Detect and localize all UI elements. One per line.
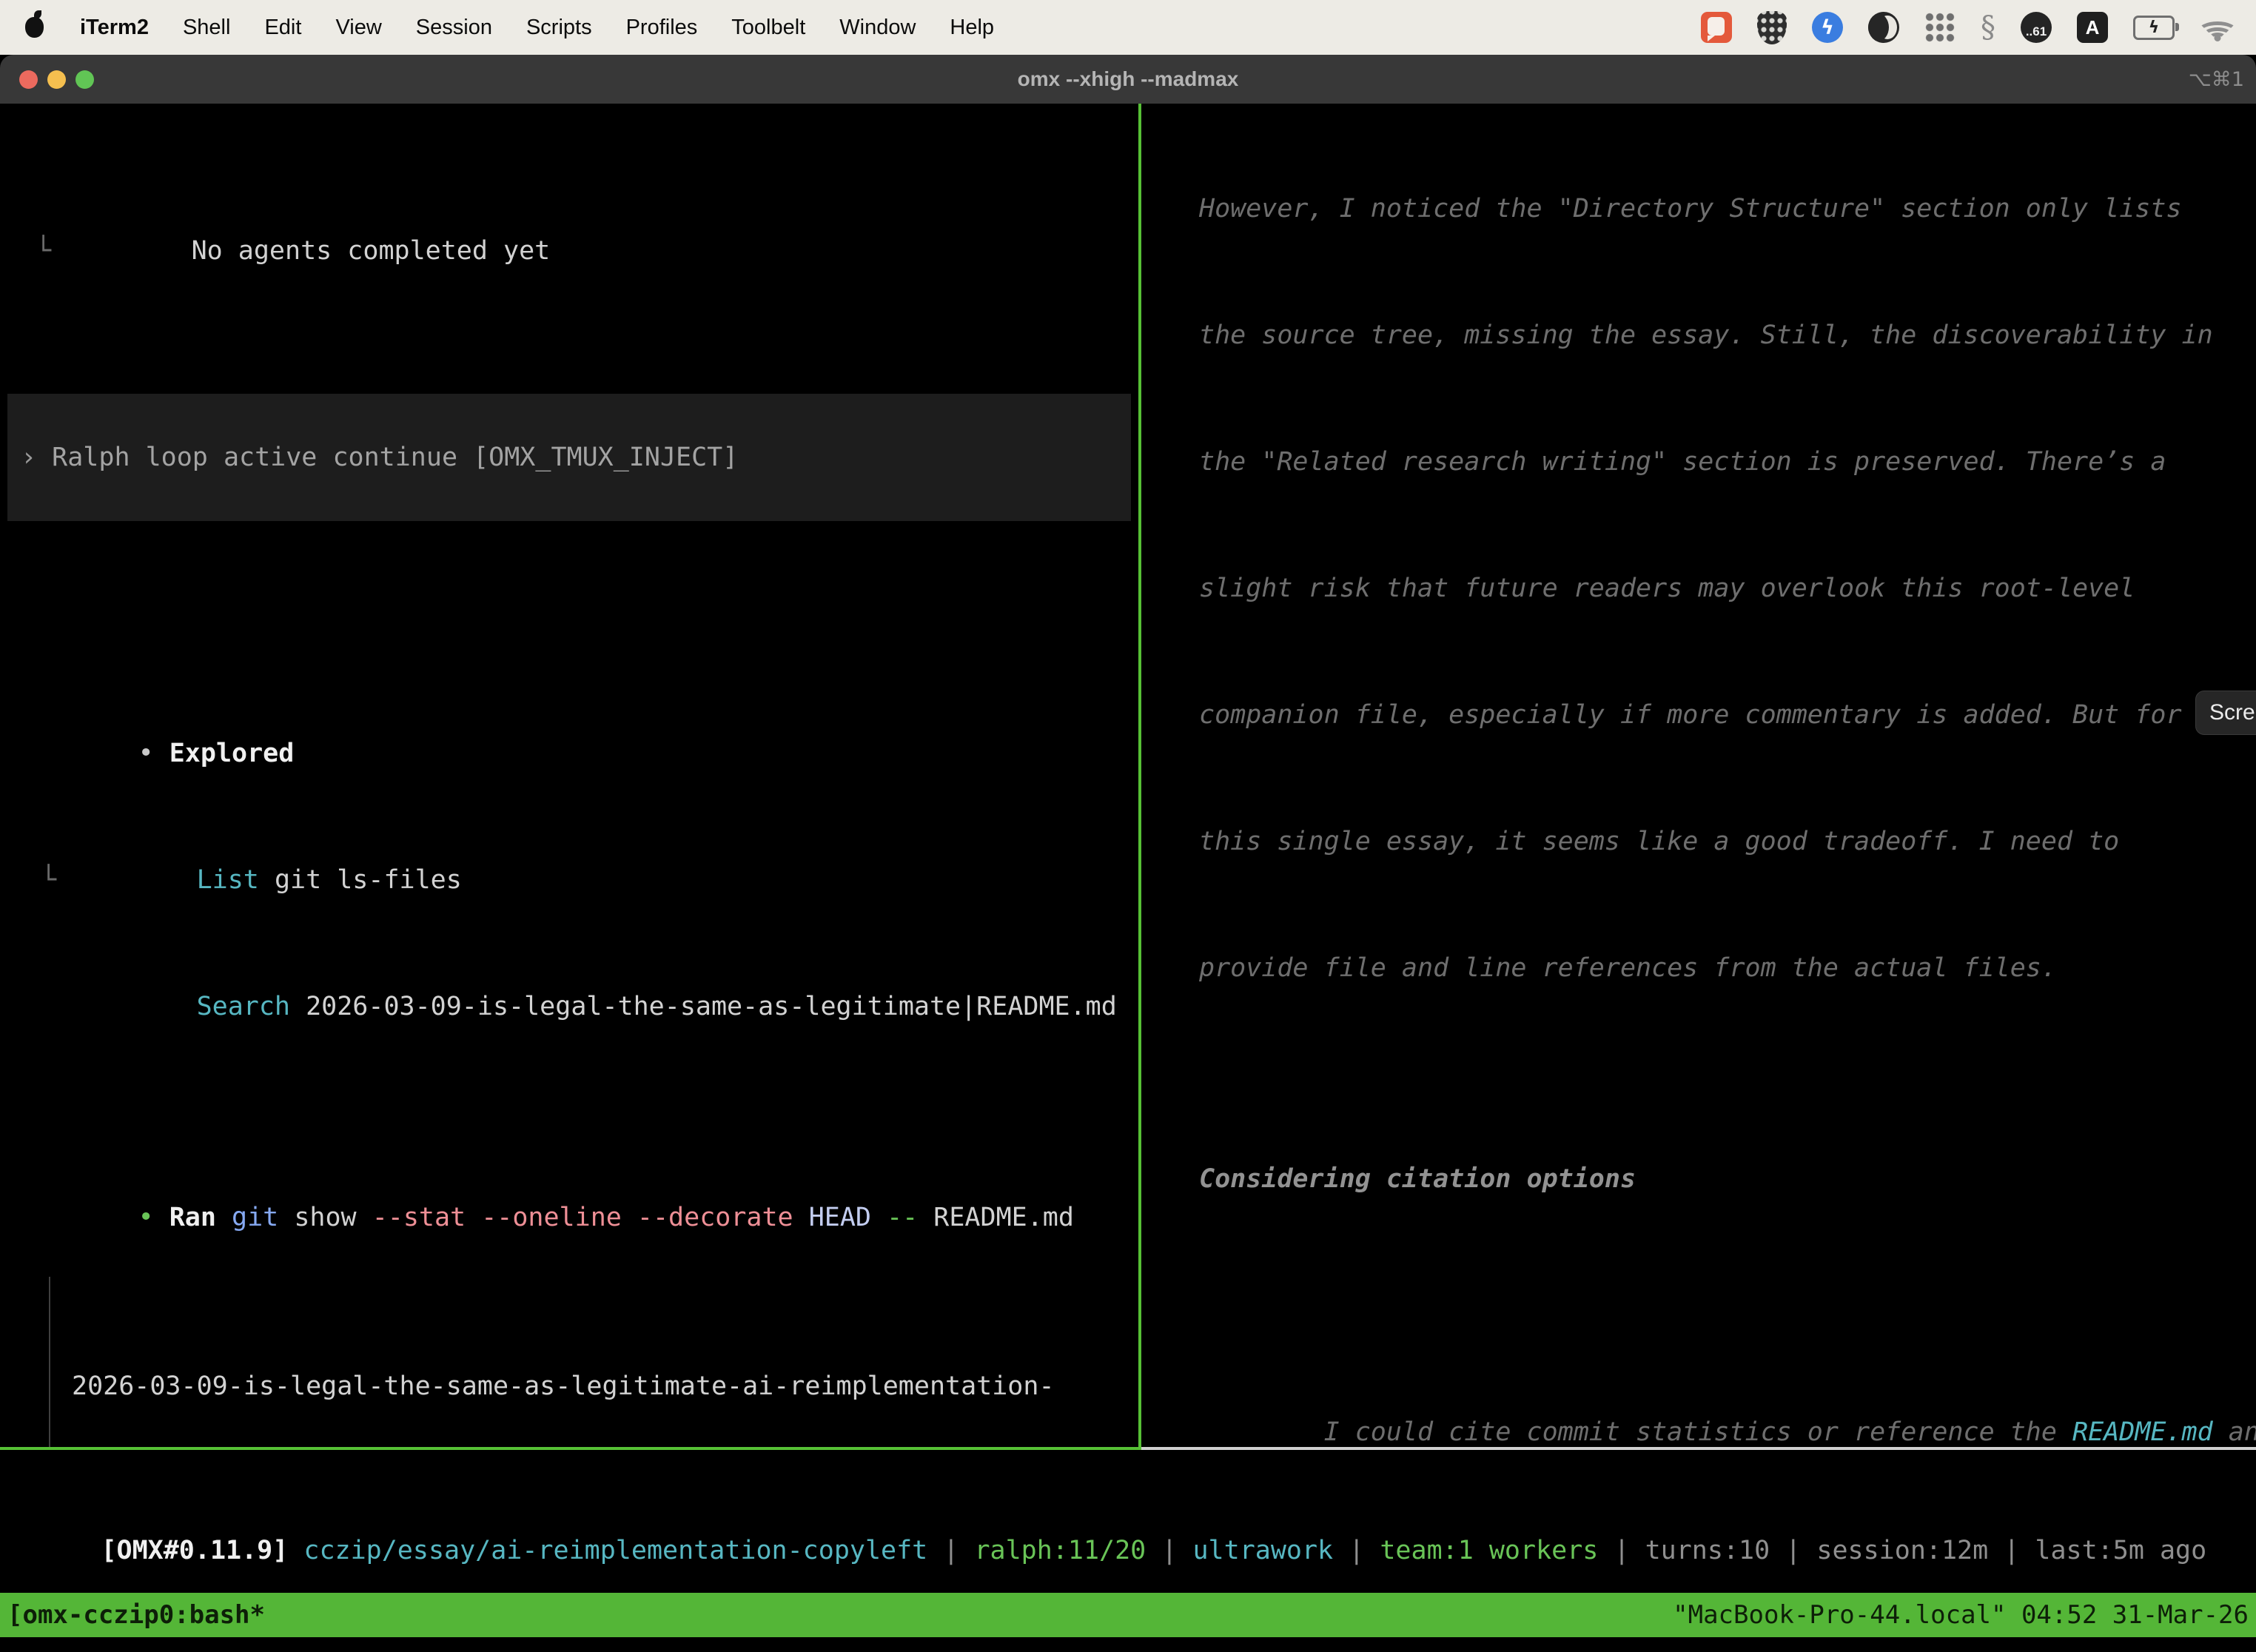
right-pane-bottom-border [1141, 1447, 2256, 1450]
apple-menu-icon[interactable] [25, 17, 44, 38]
thinking-heading: Considering citation options [1143, 1158, 2256, 1201]
menu-item-edit[interactable]: Edit [247, 16, 318, 40]
thinking-line: provide file and line references from th… [1143, 947, 2256, 990]
tree-branch-glyph: └ [36, 230, 51, 272]
thinking-line: I could cite commit statistics or refere… [1143, 1369, 2256, 1411]
tmux-host-clock: "MacBook-Pro-44.local" 04:52 31-Mar-26 [1673, 1594, 2249, 1636]
explored-list-row: └List git ls-files [0, 817, 1138, 859]
window-title: omx --xhigh --madmax [0, 55, 2256, 104]
a-app-icon[interactable]: A [2077, 12, 2108, 43]
menu-item-help[interactable]: Help [933, 16, 1011, 40]
thinking-line: the source tree, missing the essay. Stil… [1143, 315, 2256, 357]
bullet-icon: • [138, 739, 154, 768]
prompt-chevron: › [21, 437, 36, 479]
omx-version: [OMX#0.11.9] [101, 1536, 303, 1565]
inject-text: Ralph loop active continue [OMX_TMUX_INJ… [52, 437, 738, 479]
cmd-git-show: • Ran git show --stat --oneline --decora… [0, 1155, 1138, 1197]
omx-last: last:5m ago [2035, 1536, 2206, 1565]
terminal: └No agents completed yet › Ralph loop ac… [0, 104, 2256, 1652]
menu-item-toolbelt[interactable]: Toolbelt [714, 16, 822, 40]
grid-dots-icon[interactable] [1924, 12, 1955, 43]
explored-search-row: Search 2026-03-09-is-legal-the-same-as-l… [0, 944, 1138, 986]
explored-header: • Explored [0, 691, 1138, 733]
left-pane-bottom-border [0, 1447, 1138, 1450]
thinking-line: this single essay, it seems like a good … [1143, 821, 2256, 863]
omx-ralph: ralph:11/20 [974, 1536, 1146, 1565]
screen: iTerm2 Shell Edit View Session Scripts P… [0, 0, 2256, 1652]
omx-path: cczip/essay/ai-reimplementation-copyleft [303, 1536, 927, 1565]
messages-icon[interactable] [1701, 12, 1732, 43]
tmux-session-label: [omx-cczip0:bash* [7, 1594, 265, 1636]
tree-branch-glyph: └ [41, 859, 56, 901]
agents-note: └No agents completed yet [0, 188, 1138, 230]
menu-item-app[interactable]: iTerm2 [63, 16, 166, 40]
thinking-line: companion file, especially if more comme… [1143, 694, 2256, 736]
menu-item-window[interactable]: Window [822, 16, 933, 40]
omx-session: session:12m [1816, 1536, 1988, 1565]
wifi-icon[interactable] [2200, 13, 2235, 41]
menu-item-view[interactable]: View [318, 16, 398, 40]
meter-icon[interactable]: ..61 [2021, 12, 2052, 43]
shield-icon[interactable] [1757, 11, 1787, 44]
thinking-line: the "Related research writing" section i… [1143, 441, 2256, 483]
macos-menu-bar: iTerm2 Shell Edit View Session Scripts P… [0, 0, 2256, 55]
menu-item-shell[interactable]: Shell [166, 16, 248, 40]
omx-turns: turns:10 [1645, 1536, 1770, 1565]
left-pane: └No agents completed yet › Ralph loop ac… [0, 104, 1138, 1447]
window-shortcut-badge: ⌥⌘1 [2189, 55, 2244, 104]
menu-status-icons: ϟ § ..61 A ϟ [1701, 10, 2235, 44]
bolt-badge-icon[interactable]: ϟ [1812, 12, 1843, 43]
omx-team: team:1 workers [1380, 1536, 1598, 1565]
omx-status-line: [OMX#0.11.9] cczip/essay/ai-reimplementa… [7, 1488, 2206, 1530]
menu-item-profiles[interactable]: Profiles [609, 16, 715, 40]
bullet-icon: • [138, 1203, 154, 1232]
thinking-line: slight risk that future readers may over… [1143, 568, 2256, 610]
inject-banner: › Ralph loop active continue [OMX_TMUX_I… [7, 394, 1131, 521]
crescent-icon[interactable] [1868, 12, 1899, 43]
thinking-line: However, I noticed the "Directory Struct… [1143, 188, 2256, 230]
omx-mode: ultrawork [1192, 1536, 1333, 1565]
screen-overlay-tooltip: Scre [2195, 691, 2256, 735]
right-pane: However, I noticed the "Directory Struct… [1143, 104, 2256, 1447]
menu-item-session[interactable]: Session [399, 16, 509, 40]
scripts-glyph-icon[interactable]: § [1981, 10, 1995, 44]
battery-icon[interactable]: ϟ [2133, 16, 2175, 40]
window-bottom-edge [0, 1637, 2256, 1652]
readme-link[interactable]: README.md [2072, 1417, 2213, 1447]
tmux-status-bar: [omx-cczip0:bash* "MacBook-Pro-44.local"… [0, 1593, 2256, 1637]
window-title-bar: omx --xhigh --madmax ⌥⌘1 [0, 55, 2256, 104]
cmd-wrap-block: 2026-03-09-is-legal-the-same-as-legitima… [0, 1281, 1138, 1447]
pane-divider[interactable] [1138, 104, 1141, 1450]
menu-item-scripts[interactable]: Scripts [509, 16, 609, 40]
